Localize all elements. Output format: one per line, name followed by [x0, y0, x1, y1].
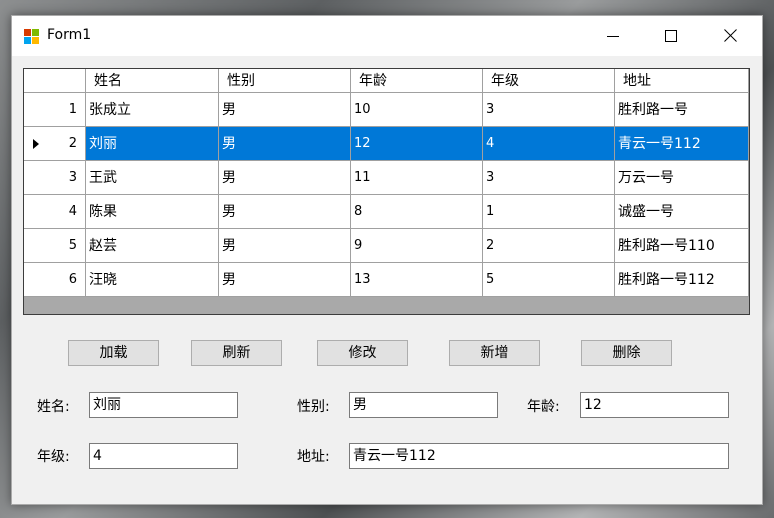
minimize-icon	[607, 36, 619, 37]
maximize-button[interactable]	[648, 16, 694, 56]
cell-gender[interactable]: 男	[219, 93, 351, 127]
cell-address[interactable]: 胜利路一号	[615, 93, 749, 127]
edit-button[interactable]: 修改	[317, 340, 408, 366]
close-button[interactable]	[708, 16, 754, 56]
data-grid[interactable]: 姓名 性别 年龄 年级 地址 1 张成立 男 10 3 胜利路一号 2 刘丽 男…	[23, 68, 750, 315]
gender-field[interactable]: 男	[349, 392, 498, 418]
row-header[interactable]: 5	[24, 229, 86, 263]
row-header[interactable]: 3	[24, 161, 86, 195]
age-field[interactable]: 12	[580, 392, 729, 418]
cell-name[interactable]: 汪晓	[86, 263, 219, 297]
delete-button[interactable]: 删除	[581, 340, 672, 366]
app-icon	[24, 29, 40, 45]
cell-gender-selected[interactable]: 男	[219, 127, 351, 161]
cell-name[interactable]: 赵芸	[86, 229, 219, 263]
cell-grade[interactable]: 3	[483, 161, 615, 195]
address-field[interactable]: 青云一号112	[349, 443, 729, 469]
address-label: 地址:	[297, 449, 330, 465]
cell-age-selected[interactable]: 12	[351, 127, 483, 161]
cell-name[interactable]: 张成立	[86, 93, 219, 127]
cell-age[interactable]: 10	[351, 93, 483, 127]
cell-age[interactable]: 11	[351, 161, 483, 195]
title-bar[interactable]: Form1	[12, 16, 762, 56]
cell-address-selected[interactable]: 青云一号112	[615, 127, 749, 161]
app-window: Form1 姓名 性别 年龄 年级 地址 1 张成立 男 10 3 胜利路一号 …	[11, 15, 763, 505]
cell-address[interactable]: 胜利路一号112	[615, 263, 749, 297]
window-title: Form1	[47, 27, 92, 43]
grid-corner-header[interactable]	[24, 69, 86, 93]
load-button[interactable]: 加载	[68, 340, 159, 366]
cell-gender[interactable]: 男	[219, 161, 351, 195]
cell-grade[interactable]: 2	[483, 229, 615, 263]
cell-age[interactable]: 9	[351, 229, 483, 263]
row-header[interactable]: 1	[24, 93, 86, 127]
cell-age[interactable]: 13	[351, 263, 483, 297]
cell-name-selected[interactable]: 刘丽	[86, 127, 219, 161]
cell-address[interactable]: 万云一号	[615, 161, 749, 195]
column-header-gender[interactable]: 性别	[219, 69, 351, 93]
grade-label: 年级:	[37, 449, 70, 465]
row-header[interactable]: 4	[24, 195, 86, 229]
current-row-arrow-icon	[33, 139, 39, 149]
column-header-grade[interactable]: 年级	[483, 69, 615, 93]
cell-grade[interactable]: 1	[483, 195, 615, 229]
cell-name[interactable]: 陈果	[86, 195, 219, 229]
cell-name[interactable]: 王武	[86, 161, 219, 195]
cell-address[interactable]: 胜利路一号110	[615, 229, 749, 263]
age-label: 年龄:	[527, 399, 560, 415]
column-header-address[interactable]: 地址	[615, 69, 749, 93]
cell-address[interactable]: 诚盛一号	[615, 195, 749, 229]
name-label: 姓名:	[37, 399, 70, 415]
maximize-icon	[665, 30, 677, 42]
cell-grade[interactable]: 5	[483, 263, 615, 297]
row-header[interactable]: 6	[24, 263, 86, 297]
name-field[interactable]: 刘丽	[89, 392, 238, 418]
grade-field[interactable]: 4	[89, 443, 238, 469]
column-header-age[interactable]: 年龄	[351, 69, 483, 93]
cell-gender[interactable]: 男	[219, 229, 351, 263]
add-button[interactable]: 新增	[449, 340, 540, 366]
cell-grade[interactable]: 3	[483, 93, 615, 127]
cell-gender[interactable]: 男	[219, 263, 351, 297]
minimize-button[interactable]	[590, 16, 636, 56]
cell-grade-selected[interactable]: 4	[483, 127, 615, 161]
cell-gender[interactable]: 男	[219, 195, 351, 229]
gender-label: 性别:	[297, 399, 330, 415]
column-header-name[interactable]: 姓名	[86, 69, 219, 93]
refresh-button[interactable]: 刷新	[191, 340, 282, 366]
cell-age[interactable]: 8	[351, 195, 483, 229]
